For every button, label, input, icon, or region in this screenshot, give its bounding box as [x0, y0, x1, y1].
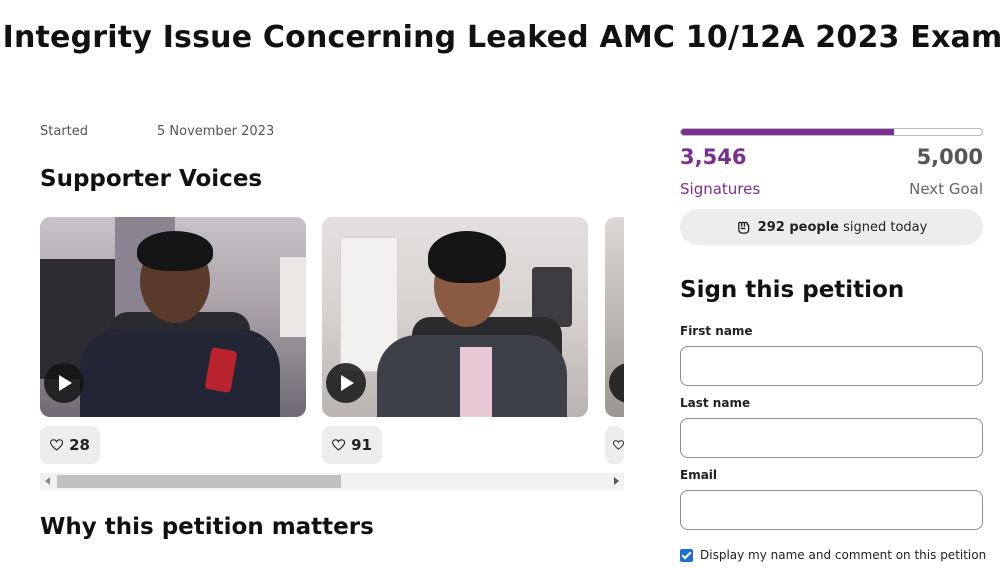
last-name-field[interactable] — [680, 418, 983, 458]
display-name-checkbox-row[interactable]: Display my name and comment on this peti… — [680, 548, 986, 562]
scroll-left-arrow-icon[interactable] — [45, 477, 50, 485]
email-field[interactable] — [680, 490, 983, 530]
video-card-3[interactable] — [605, 217, 624, 417]
signed-today-badge: 292 people signed today — [680, 209, 983, 245]
petition-title: Integrity Issue Concerning Leaked AMC 10… — [2, 20, 1003, 55]
heart-icon — [50, 439, 64, 451]
fist-icon — [737, 221, 749, 234]
goal-label: Next Goal — [909, 180, 983, 198]
first-name-label: First name — [680, 324, 753, 338]
like-button-1[interactable]: 28 — [40, 426, 100, 464]
like-count: 28 — [69, 436, 90, 454]
signature-progress-fill — [681, 129, 895, 135]
scroll-right-arrow-icon[interactable] — [614, 477, 619, 485]
play-icon[interactable] — [609, 363, 624, 403]
started-date: 5 November 2023 — [157, 124, 275, 139]
signature-progress-bar — [680, 128, 983, 136]
email-label: Email — [680, 468, 718, 482]
play-icon[interactable] — [44, 363, 84, 403]
display-name-checkbox[interactable] — [680, 548, 693, 562]
started-label: Started — [40, 124, 89, 139]
sign-petition-heading: Sign this petition — [680, 277, 905, 303]
last-name-label: Last name — [680, 396, 751, 410]
signature-label: Signatures — [680, 180, 761, 198]
signature-count: 3,546 — [680, 145, 747, 169]
carousel-scrollbar[interactable] — [40, 473, 624, 490]
supporter-voices-heading: Supporter Voices — [40, 166, 263, 192]
heart-icon — [332, 439, 346, 451]
video-card-1[interactable] — [40, 217, 306, 417]
play-icon[interactable] — [326, 363, 366, 403]
video-card-2[interactable] — [322, 217, 588, 417]
why-heading: Why this petition matters — [40, 514, 374, 540]
heart-icon — [613, 440, 624, 450]
goal-count: 5,000 — [916, 145, 983, 169]
signed-today-text: signed today — [843, 219, 928, 235]
like-count: 91 — [351, 436, 372, 454]
scrollbar-thumb[interactable] — [57, 475, 341, 488]
like-button-2[interactable]: 91 — [322, 426, 382, 464]
signed-today-count: 292 people — [757, 219, 839, 235]
like-button-3[interactable] — [605, 426, 624, 464]
first-name-field[interactable] — [680, 346, 983, 386]
display-name-checkbox-label: Display my name and comment on this peti… — [700, 548, 987, 562]
